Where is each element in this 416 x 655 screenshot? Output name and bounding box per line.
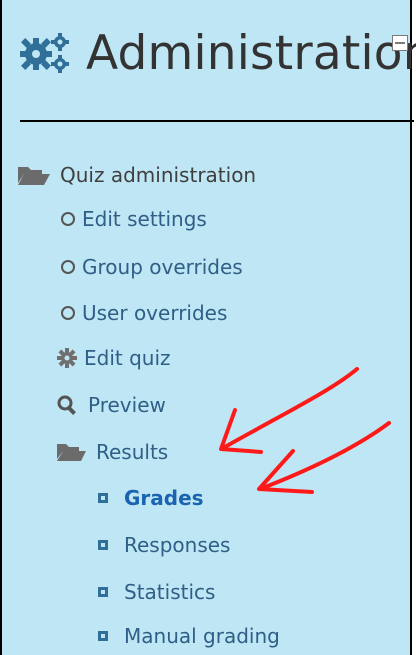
- tree-item-statistics[interactable]: Statistics: [98, 575, 215, 609]
- tree-root-quiz-administration[interactable]: Quiz administration: [16, 158, 256, 192]
- tree-item-grades[interactable]: Grades: [98, 481, 204, 515]
- administration-panel: Administration Quiz administration Edit …: [0, 0, 416, 655]
- tree-item-results[interactable]: Results: [56, 435, 168, 469]
- tree-item-label: Edit quiz: [84, 346, 171, 370]
- circle-icon: [61, 212, 75, 226]
- tree-item-label: Statistics: [124, 580, 216, 604]
- square-bullet-icon: [98, 587, 108, 597]
- tree-item-label: Preview: [88, 393, 166, 417]
- tree-item-label: Edit settings: [82, 207, 207, 231]
- circle-icon: [61, 306, 75, 320]
- tree-item-user-overrides[interactable]: User overrides: [60, 296, 227, 330]
- folder-open-icon: [57, 444, 86, 461]
- folder-open-icon: [18, 167, 50, 185]
- square-bullet-icon: [98, 631, 108, 641]
- circle-icon: [61, 260, 75, 274]
- tree-item-label: Manual grading: [124, 624, 280, 648]
- square-bullet-icon: [98, 493, 108, 503]
- tree-item-label: Responses: [124, 533, 231, 557]
- admin-tree: Quiz administration Edit settings Group …: [2, 0, 410, 655]
- tree-item-group-overrides[interactable]: Group overrides: [60, 250, 243, 284]
- tree-item-responses[interactable]: Responses: [98, 528, 230, 562]
- tree-root-label: Quiz administration: [60, 163, 257, 187]
- tree-item-label: Results: [96, 440, 169, 464]
- tree-item-edit-quiz[interactable]: Edit quiz: [56, 341, 171, 375]
- cog-icon: [57, 348, 77, 368]
- tree-item-manual-grading[interactable]: Manual grading: [98, 619, 280, 653]
- tree-item-label: Group overrides: [82, 255, 243, 279]
- square-bullet-icon: [98, 540, 108, 550]
- tree-item-label: User overrides: [82, 301, 228, 325]
- tree-item-label-current: Grades: [124, 486, 204, 510]
- tree-item-preview[interactable]: Preview: [56, 388, 166, 422]
- magnifier-icon: [57, 395, 76, 415]
- tree-item-edit-settings[interactable]: Edit settings: [60, 202, 207, 236]
